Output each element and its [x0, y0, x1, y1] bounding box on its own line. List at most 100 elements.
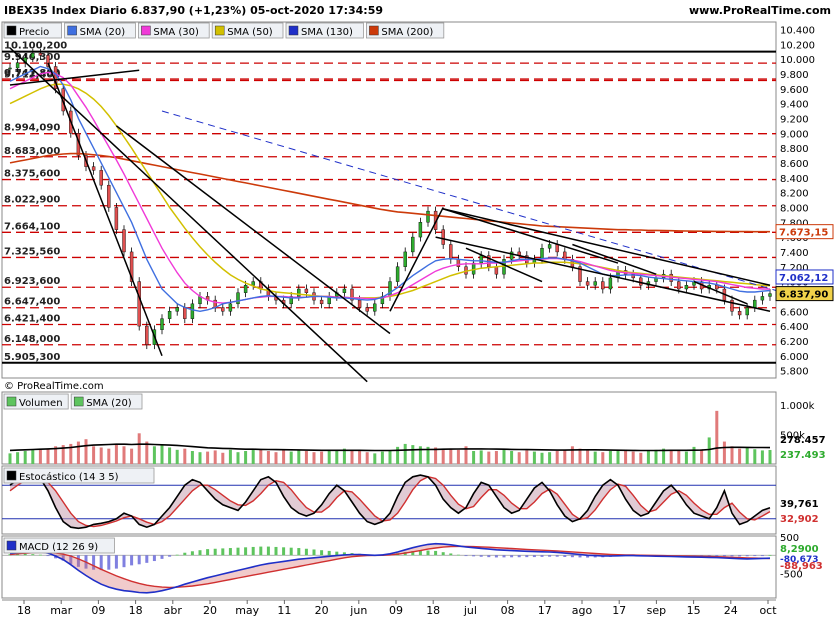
volume-bar [608, 451, 612, 464]
volume-bar [722, 441, 726, 464]
candle [137, 281, 141, 327]
volume-bar [130, 448, 134, 464]
volume-bar [335, 451, 339, 464]
candle [122, 229, 126, 253]
macd-histogram-bar [517, 555, 521, 558]
volume-bar [244, 451, 248, 464]
level-label: 6.647,400 [4, 297, 60, 308]
macd-histogram-bar [532, 555, 536, 558]
macd-histogram-bar [190, 551, 194, 556]
level-label: 7.664,100 [4, 221, 60, 232]
legend-swatch [6, 396, 17, 407]
price-axis-tick: 8.400 [780, 174, 809, 185]
volume-bar [578, 448, 582, 464]
volume-bar [502, 449, 506, 464]
candle [319, 299, 324, 305]
macd-histogram-bar [510, 555, 514, 558]
volume-bar [745, 447, 749, 464]
macd-histogram-bar [502, 555, 506, 558]
price-axis-tick: 7.400 [780, 248, 809, 259]
chart-window: IBEX35 Index Diario 6.837,90 (+1,23%) 05… [0, 0, 835, 620]
candle [494, 266, 499, 275]
volume-bar [99, 447, 103, 464]
legend-label: Volumen [19, 398, 63, 409]
macd-histogram-bar [760, 555, 764, 557]
macd-histogram-bar [228, 548, 232, 556]
macd-histogram-bar [753, 555, 757, 557]
candle [426, 210, 430, 223]
volume-bar [411, 445, 415, 464]
legend-swatch [214, 25, 225, 36]
candle [471, 262, 476, 275]
legend-swatch [141, 25, 151, 36]
candle [243, 285, 248, 293]
volume-bar [548, 452, 552, 464]
volume-bar [517, 452, 521, 464]
candle [99, 170, 103, 186]
candle [297, 288, 301, 297]
legend-swatch [6, 470, 17, 481]
macd-histogram-bar [456, 554, 460, 556]
legend-swatch [73, 396, 84, 407]
macd-histogram-bar [259, 546, 263, 556]
x-axis-tick-label: 18 [426, 604, 440, 617]
x-axis-tick-label: abr [164, 604, 183, 617]
candle [221, 307, 225, 312]
candle [167, 311, 172, 319]
macd-histogram-bar [236, 547, 240, 556]
volume-bar [16, 452, 20, 464]
price-axis-tick: 6.600 [780, 307, 809, 318]
macd-histogram-bar [114, 555, 118, 569]
volume-bar [654, 449, 658, 464]
macd-histogram-bar [320, 550, 324, 556]
candle [760, 296, 765, 301]
x-axis-tick-label: 20 [203, 604, 217, 617]
volume-bar [358, 451, 362, 464]
candle [190, 303, 195, 319]
candle [228, 303, 233, 312]
x-axis-tick-label: ago [572, 604, 593, 617]
level-label: 10.100,200 [4, 41, 67, 52]
volume-bar [760, 450, 764, 464]
candle [418, 222, 423, 238]
last-value-label: 278.457 [780, 435, 826, 446]
volume-bar [563, 449, 567, 464]
volume-bar [707, 437, 711, 464]
volume-bar [198, 452, 202, 464]
candle [753, 299, 757, 308]
macd-histogram-bar [487, 555, 491, 558]
macd-histogram-bar [289, 547, 293, 556]
macd-histogram-bar [494, 555, 498, 558]
chart-canvas[interactable]: IBEX35 Index Diario 6.837,90 (+1,23%) 05… [0, 0, 835, 620]
macd-histogram-bar [206, 549, 210, 556]
volume-bar [213, 450, 217, 464]
volume-bar [479, 450, 483, 464]
candle [441, 229, 445, 245]
candle [304, 288, 309, 293]
volume-bar [175, 449, 179, 464]
last-value-label: 7.673,15 [779, 228, 828, 239]
macd-histogram-bar [23, 553, 27, 556]
macd-histogram-bar [160, 555, 164, 559]
legend-label: Estocástico (14 3 5) [19, 471, 119, 483]
macd-histogram-bar [122, 555, 126, 568]
candle [145, 325, 149, 345]
chart-title: IBEX35 Index Diario 6.837,90 (+1,23%) 05… [4, 4, 383, 17]
volume-bar [593, 451, 597, 464]
volume-bar [441, 448, 445, 464]
volume-bar [152, 446, 156, 464]
price-axis-tick: 5.800 [780, 367, 809, 378]
macd-histogram-bar [297, 548, 301, 556]
macd-histogram-bar [282, 547, 286, 556]
macd-histogram-bar [152, 555, 156, 562]
candle [547, 244, 552, 249]
last-value-label: 39,761 [780, 499, 819, 510]
macd-histogram-bar [312, 549, 316, 556]
macd-histogram-bar [38, 554, 42, 556]
volume-bar [753, 449, 757, 464]
volume-bar [616, 449, 620, 464]
volume-bar [768, 449, 772, 464]
price-axis-tick: 10.200 [780, 40, 815, 51]
candle [31, 52, 35, 58]
volume-bar [31, 449, 35, 464]
